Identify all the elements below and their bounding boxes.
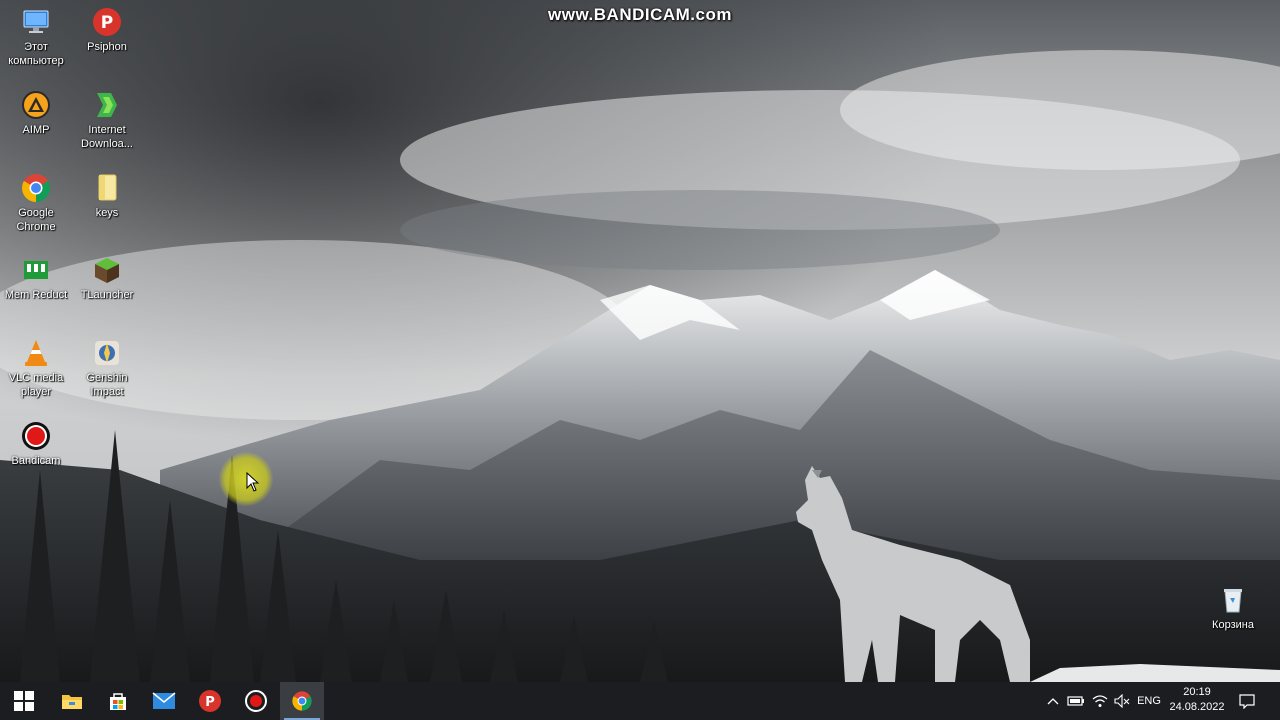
idm-icon <box>97 93 117 117</box>
notification-icon <box>1239 693 1255 709</box>
taskbar-psiphon[interactable]: P <box>188 682 232 720</box>
chevron-up-icon <box>1047 698 1059 705</box>
mem-reduct-icon <box>24 261 48 279</box>
clock-date: 24.08.2022 <box>1169 701 1225 713</box>
desktop-icon-aimp[interactable]: AIMP <box>0 89 72 137</box>
file-explorer-icon <box>62 695 82 709</box>
battery-status[interactable] <box>1066 682 1086 720</box>
desktop-icon-label: Корзина <box>1212 619 1254 631</box>
desktop-icon-vlc[interactable]: VLC media player <box>0 337 72 399</box>
volume-control[interactable] <box>1112 682 1132 720</box>
desktop-wallpaper <box>0 0 1280 682</box>
desktop-icon-label: Mem Reduct <box>4 289 68 301</box>
vlc-icon <box>25 340 47 366</box>
battery-icon <box>1067 696 1084 706</box>
taskbar: P ENG 20:19 24.08.2022 <box>0 682 1280 720</box>
volume-muted-icon <box>1114 694 1130 708</box>
bandicam-record-icon <box>245 690 267 712</box>
psiphon-icon: P <box>93 8 121 36</box>
bandicam-icon <box>22 422 50 450</box>
desktop-icon-this-pc[interactable]: Этот компьютер <box>0 6 72 68</box>
chrome-icon <box>22 174 50 202</box>
desktop-icon-psiphon[interactable]: P Psiphon <box>71 6 143 54</box>
desktop-icon-mem-reduct[interactable]: Mem Reduct <box>0 254 72 302</box>
desktop-icon-label: Этот компьютер <box>8 41 64 67</box>
svg-text:P: P <box>101 13 113 33</box>
taskbar-mail[interactable] <box>142 682 186 720</box>
desktop-icon-label: Google Chrome <box>16 207 56 233</box>
aimp-icon <box>22 91 50 119</box>
desktop-icon-label: AIMP <box>22 124 50 136</box>
mail-icon <box>152 692 176 709</box>
taskbar-microsoft-store[interactable] <box>96 682 140 720</box>
text-file-icon <box>98 174 117 201</box>
desktop-icon-label: Internet Downloa... <box>81 124 133 150</box>
desktop-icon-label: VLC media player <box>8 372 64 398</box>
desktop-icon-recycle-bin[interactable]: Корзина <box>1197 584 1269 632</box>
desktop-icon-bandicam[interactable]: Bandicam <box>0 420 72 468</box>
windows-start-icon <box>14 691 34 711</box>
desktop-icon-label: TLauncher <box>80 289 134 301</box>
chrome-icon <box>292 691 312 711</box>
desktop-icon-label: Genshin Impact <box>86 372 128 398</box>
start-button[interactable] <box>2 682 46 720</box>
wifi-icon <box>1092 695 1108 707</box>
action-center-button[interactable] <box>1234 682 1260 720</box>
desktop-icon-label: keys <box>95 207 119 219</box>
taskbar-bandicam[interactable] <box>234 682 278 720</box>
clock-time: 20:19 <box>1183 686 1211 698</box>
desktop-icon-internet-download[interactable]: Internet Downloa... <box>71 89 143 151</box>
svg-text:P: P <box>205 695 215 710</box>
taskbar-chrome[interactable] <box>280 682 324 720</box>
desktop-icon-chrome[interactable]: Google Chrome <box>0 172 72 234</box>
show-hidden-icons-button[interactable] <box>1044 682 1062 720</box>
desktop-icon-label: Psiphon <box>87 41 127 53</box>
bandicam-watermark: www.BANDICAM.com <box>548 5 732 24</box>
desktop-icon-tlauncher[interactable]: TLauncher <box>71 254 143 302</box>
taskbar-file-explorer[interactable] <box>50 682 94 720</box>
desktop-icon-label: Bandicam <box>11 455 61 467</box>
mouse-pointer-icon <box>246 472 260 492</box>
genshin-icon <box>95 341 119 365</box>
desktop-icon-genshin[interactable]: Genshin Impact <box>71 337 143 399</box>
input-language-indicator[interactable]: ENG <box>1134 682 1164 720</box>
computer-icon <box>23 10 49 33</box>
microsoft-store-icon <box>110 693 126 710</box>
psiphon-icon: P <box>199 690 221 712</box>
desktop-icon-keys[interactable]: keys <box>71 172 143 220</box>
language-label: ENG <box>1137 695 1161 707</box>
taskbar-clock[interactable]: 20:19 24.08.2022 <box>1166 685 1228 715</box>
network-status[interactable] <box>1090 682 1110 720</box>
recycle-bin-icon <box>1224 589 1242 613</box>
tlauncher-icon <box>95 258 119 283</box>
